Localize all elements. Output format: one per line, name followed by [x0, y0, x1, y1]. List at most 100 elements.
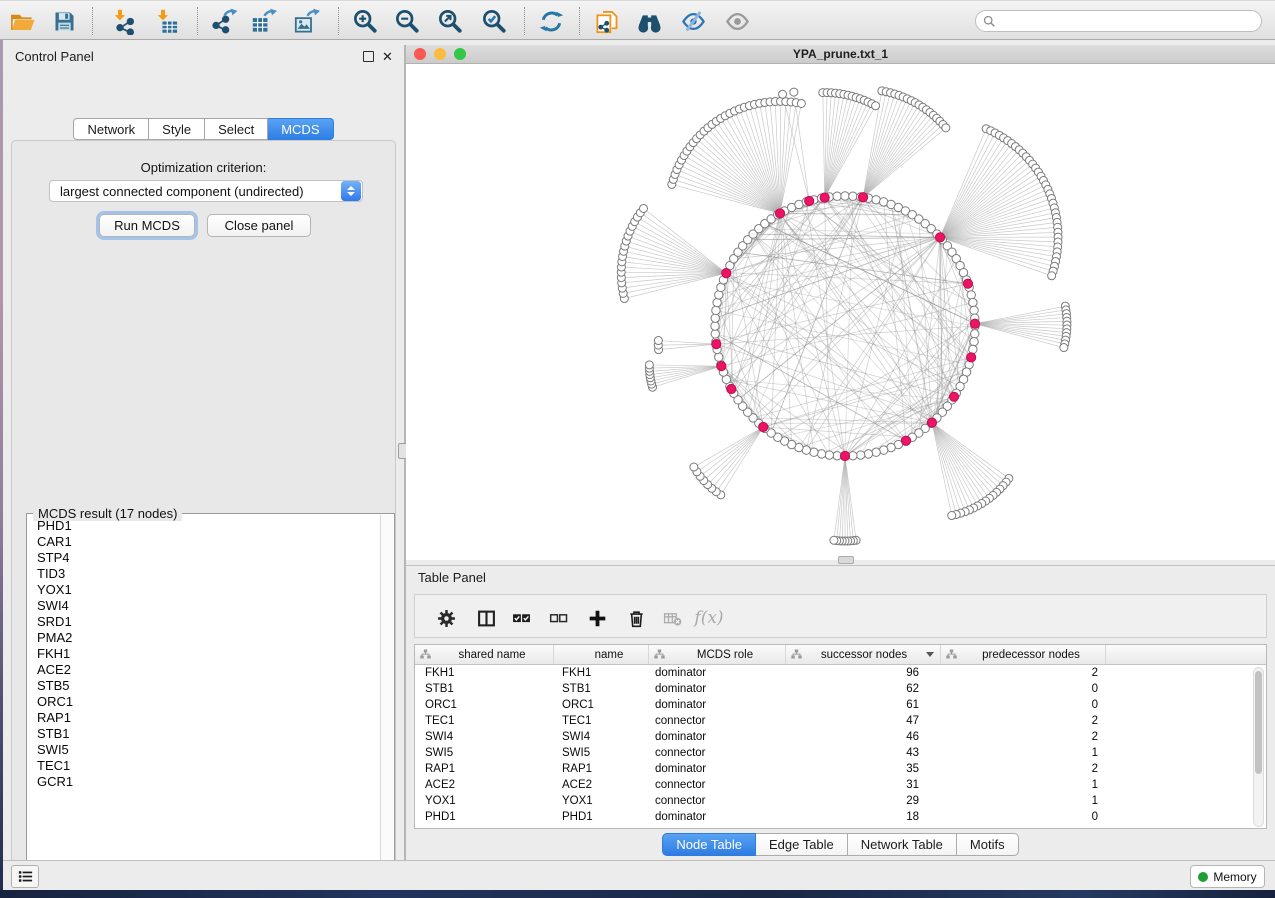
table-row[interactable]: SWI4SWI4dominator462: [415, 729, 1266, 745]
table-row[interactable]: STB1STB1dominator620: [415, 681, 1266, 697]
deselect-all-icon[interactable]: [543, 603, 573, 633]
zoom-in-icon[interactable]: [348, 4, 382, 38]
table-panel-title: Table Panel: [418, 570, 486, 585]
cell-successor-nodes: 96: [786, 665, 941, 681]
table-row[interactable]: PHD1PHD1dominator180: [415, 809, 1266, 825]
zoom-selected-icon[interactable]: [477, 4, 511, 38]
import-table-icon[interactable]: [150, 4, 184, 38]
table-row[interactable]: RAP1RAP1dominator352: [415, 761, 1266, 777]
clone-network-icon[interactable]: [590, 4, 624, 38]
cell-predecessor-nodes: 1: [941, 745, 1106, 761]
delete-table-icon[interactable]: [657, 603, 687, 633]
open-file-icon[interactable]: [5, 4, 39, 38]
mcds-result-item[interactable]: GCR1: [29, 774, 378, 790]
cell-shared-name: PHD1: [415, 809, 554, 825]
network-window-title: YPA_prune.txt_1: [406, 47, 1275, 61]
mcds-result-item[interactable]: PMA2: [29, 630, 378, 646]
mcds-result-item[interactable]: TID3: [29, 566, 378, 582]
show-all-icon[interactable]: [720, 4, 754, 38]
close-panel-icon[interactable]: ✕: [382, 51, 393, 62]
export-image-icon[interactable]: [289, 4, 323, 38]
tab-motifs[interactable]: Motifs: [957, 833, 1019, 856]
function-builder-icon[interactable]: f(x): [694, 603, 724, 633]
mcds-result-item[interactable]: RAP1: [29, 710, 378, 726]
table-row[interactable]: FKH1FKH1dominator962: [415, 665, 1266, 681]
close-panel-button[interactable]: Close panel: [207, 214, 311, 237]
search-input[interactable]: [996, 12, 1261, 30]
cell-predecessor-nodes: 1: [941, 793, 1106, 809]
table-body: FKH1FKH1dominator962STB1STB1dominator620…: [415, 665, 1266, 825]
mcds-result-item[interactable]: CAR1: [29, 534, 378, 550]
cell-MCDS-role: dominator: [649, 697, 786, 713]
import-network-icon[interactable]: [107, 4, 141, 38]
delete-column-icon[interactable]: [621, 603, 651, 633]
mcds-result-item[interactable]: ACE2: [29, 662, 378, 678]
export-network-icon[interactable]: [207, 4, 241, 38]
toolbar-separator: [197, 7, 198, 35]
table-row[interactable]: SWI5SWI5connector431: [415, 745, 1266, 761]
mcds-result-item[interactable]: SRD1: [29, 614, 378, 630]
tab-style[interactable]: Style: [149, 118, 205, 140]
zoom-fit-icon[interactable]: [433, 4, 467, 38]
mcds-result-item[interactable]: FKH1: [29, 646, 378, 662]
select-all-icon[interactable]: [506, 603, 536, 633]
mcds-result-item[interactable]: SWI5: [29, 742, 378, 758]
gear-icon[interactable]: [431, 603, 461, 633]
search-box: [975, 10, 1262, 32]
hide-selected-icon[interactable]: [676, 4, 710, 38]
tab-select[interactable]: Select: [205, 118, 268, 140]
tab-network-table[interactable]: Network Table: [848, 833, 957, 856]
save-session-icon[interactable]: [47, 4, 81, 38]
column-header-successor-nodes[interactable]: successor nodes: [786, 645, 941, 664]
table-row[interactable]: YOX1YOX1connector291: [415, 793, 1266, 809]
columns-icon[interactable]: [471, 603, 501, 633]
network-window-titlebar[interactable]: YPA_prune.txt_1: [406, 45, 1275, 64]
add-column-icon[interactable]: [582, 603, 612, 633]
column-header-shared-name[interactable]: shared name: [415, 645, 554, 664]
mcds-result-item[interactable]: TEC1: [29, 758, 378, 774]
refresh-icon[interactable]: [534, 4, 568, 38]
run-mcds-button[interactable]: Run MCDS: [99, 214, 195, 237]
horizontal-splitter-grip[interactable]: [838, 556, 854, 564]
toolbar-separator: [338, 7, 339, 35]
mcds-result-item[interactable]: STP4: [29, 550, 378, 566]
cell-shared-name: SWI5: [415, 745, 554, 761]
list-icon: [17, 868, 34, 885]
table-row[interactable]: ORC1ORC1dominator610: [415, 697, 1266, 713]
cell-MCDS-role: dominator: [649, 809, 786, 825]
export-table-icon[interactable]: [246, 4, 280, 38]
mcds-list-scrollbar[interactable]: [380, 515, 393, 882]
first-neighbors-icon[interactable]: [632, 4, 666, 38]
cell-MCDS-role: connector: [649, 777, 786, 793]
cell-successor-nodes: 43: [786, 745, 941, 761]
cell-name: TEC1: [554, 713, 649, 729]
mcds-result-item[interactable]: PHD1: [29, 518, 378, 534]
tab-mcds[interactable]: MCDS: [268, 118, 333, 140]
criterion-select[interactable]: largest connected component (undirected): [49, 180, 363, 202]
memory-button[interactable]: Memory: [1190, 865, 1265, 888]
column-header-name[interactable]: name: [554, 645, 649, 664]
table-row[interactable]: TEC1TEC1connector472: [415, 713, 1266, 729]
tab-edge-table[interactable]: Edge Table: [756, 833, 848, 856]
table-header-row: shared name nameMCDS rolesuccessor nodesp…: [415, 645, 1266, 665]
column-header-MCDS-role[interactable]: MCDS role: [649, 645, 786, 664]
column-label: name: [570, 649, 648, 661]
column-header-predecessor-nodes[interactable]: predecessor nodes: [941, 645, 1106, 664]
zoom-out-icon[interactable]: [390, 4, 424, 38]
network-canvas[interactable]: [406, 64, 1275, 560]
table-row[interactable]: ACE2ACE2connector311: [415, 777, 1266, 793]
cell-predecessor-nodes: 2: [941, 713, 1106, 729]
mcds-result-item[interactable]: STB1: [29, 726, 378, 742]
cell-name: YOX1: [554, 793, 649, 809]
float-panel-icon[interactable]: [363, 51, 374, 62]
task-history-button[interactable]: [11, 865, 39, 888]
table-scrollbar-thumb[interactable]: [1255, 671, 1262, 774]
mcds-result-item[interactable]: YOX1: [29, 582, 378, 598]
tab-node-table[interactable]: Node Table: [662, 833, 756, 856]
mcds-result-item[interactable]: ORC1: [29, 694, 378, 710]
mcds-result-item[interactable]: STB5: [29, 678, 378, 694]
mcds-result-item[interactable]: SWI4: [29, 598, 378, 614]
cell-shared-name: FKH1: [415, 665, 554, 681]
table-scrollbar[interactable]: [1253, 667, 1264, 827]
tab-network[interactable]: Network: [73, 118, 149, 140]
